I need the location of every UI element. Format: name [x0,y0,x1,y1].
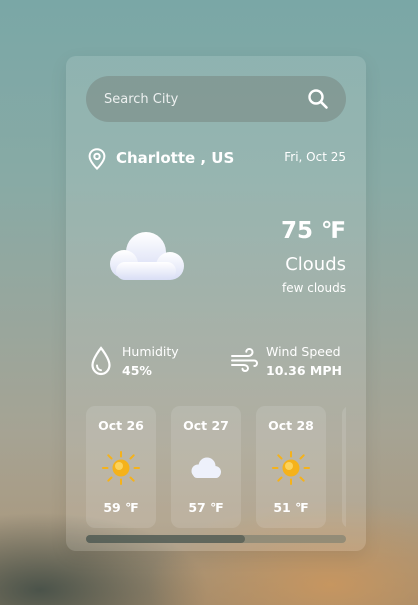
current-temperature: 75 ℉ [280,218,346,244]
current-date: Fri, Oct 25 [284,150,346,164]
forecast-date: Oct 27 [183,418,229,433]
search-icon [308,89,328,109]
weather-description: few clouds [282,281,346,295]
scrollbar-thumb[interactable] [86,535,245,543]
search-bar [86,76,346,122]
cloud-icon [191,457,221,478]
humidity-label: Humidity [122,344,179,359]
sun-icon [272,451,310,485]
wind-speed-label: Wind Speed [266,344,341,359]
search-input[interactable] [104,76,294,122]
wind-speed-value: 10.36 MPH [266,363,342,378]
weather-card: Charlotte , US Fri, Oct 25 75 ℉ Clouds f… [66,56,366,551]
search-button[interactable] [306,87,330,111]
forecast-date: Oct 26 [98,418,144,433]
forecast-card[interactable]: Oct 27 57 ℉ [171,406,241,528]
wind-icon [231,348,258,372]
forecast-temperature: 51 ℉ [273,500,309,515]
humidity-value: 45% [122,363,152,378]
sun-icon [102,451,140,485]
forecast-card-next[interactable] [342,406,346,528]
forecast-scrollbar[interactable] [86,535,346,543]
cloud-icon [110,232,184,280]
forecast-temperature: 57 ℉ [188,500,224,515]
forecast-list[interactable]: Oct 26 59 ℉ Oct 27 57 ℉ Oct 28 51 ℉ [86,406,346,528]
water-drop-icon [91,346,111,376]
location-pin-icon [88,148,106,170]
forecast-date: Oct 28 [268,418,314,433]
forecast-card[interactable]: Oct 28 51 ℉ [256,406,326,528]
weather-condition: Clouds [285,254,346,275]
city-name: Charlotte , US [116,149,235,167]
forecast-card[interactable]: Oct 26 59 ℉ [86,406,156,528]
forecast-temperature: 59 ℉ [103,500,139,515]
